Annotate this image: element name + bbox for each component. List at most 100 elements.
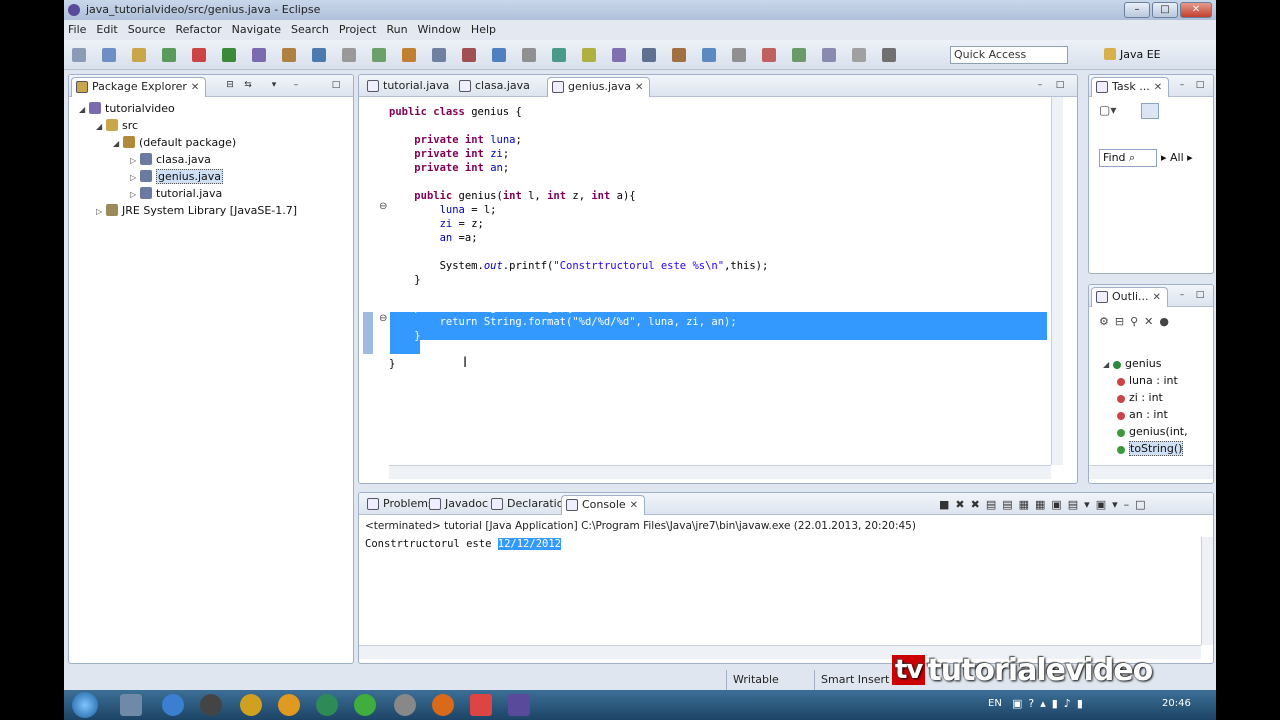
minimize-view-icon[interactable]: – [1035, 80, 1045, 90]
chevron-icon[interactable]: ▷ [130, 186, 140, 203]
taskbar-app-chrome-icon[interactable] [470, 694, 492, 716]
language-indicator[interactable]: EN [988, 698, 1002, 709]
editor-horizontal-scrollbar[interactable] [389, 465, 1051, 479]
task-find-field[interactable]: Find ⌕ [1099, 149, 1157, 167]
close-icon[interactable]: ✕ [1154, 82, 1162, 93]
editor-tab[interactable]: genius.java ✕ [547, 77, 651, 97]
toolbar-icon-28[interactable] [882, 48, 896, 62]
bottom-tab-javadoc[interactable]: Javadoc [425, 495, 494, 515]
chevron-icon[interactable]: ▷ [130, 169, 140, 186]
menu-edit[interactable]: Edit [96, 23, 117, 36]
menu-run[interactable]: Run [386, 23, 407, 36]
taskbar-app-winamp-icon[interactable] [240, 694, 262, 716]
chevron-icon[interactable]: ◢ [79, 101, 89, 118]
new-task-icon[interactable]: ▢▾ [1099, 103, 1116, 117]
editor-vertical-scrollbar[interactable] [1051, 97, 1063, 465]
toolbar-icon-25[interactable] [792, 48, 806, 62]
editor-tab[interactable]: tutorial.java [363, 77, 455, 97]
outline-item[interactable]: an : int [1103, 406, 1188, 423]
toolbar-icon-5[interactable] [192, 48, 206, 62]
tree-item[interactable]: ▷ clasa.java [79, 151, 297, 168]
console-vertical-scrollbar[interactable] [1201, 537, 1213, 645]
toolbar-icon-4[interactable] [162, 48, 176, 62]
menu-search[interactable]: Search [291, 23, 329, 36]
tree-item[interactable]: ◢ (default package) [79, 134, 297, 151]
chevron-icon[interactable]: ◢ [96, 118, 106, 135]
outline-item[interactable]: zi : int [1103, 389, 1188, 406]
toolbar-icon-27[interactable] [852, 48, 866, 62]
taskbar-app-firefox-icon[interactable] [432, 694, 454, 716]
link-editor-icon[interactable]: ⇆ [243, 80, 253, 90]
maximize-view-icon[interactable]: □ [1195, 290, 1205, 300]
tree-item[interactable]: ▷ tutorial.java [79, 185, 297, 202]
fold-constructor-icon[interactable]: ⊖ [379, 201, 387, 212]
toolbar-icon-21[interactable] [672, 48, 686, 62]
taskbar-app-explorer-icon[interactable] [120, 694, 142, 716]
outline-item[interactable]: luna : int [1103, 372, 1188, 389]
maximize-view-icon[interactable]: □ [1055, 80, 1065, 90]
start-button[interactable] [72, 692, 98, 718]
menu-refactor[interactable]: Refactor [176, 23, 222, 36]
toolbar-icon-20[interactable] [642, 48, 656, 62]
chevron-icon[interactable]: ◢ [1103, 356, 1113, 373]
tree-item[interactable]: ◢ tutorialvideo [79, 100, 297, 117]
taskbar-app-gray-icon[interactable] [394, 694, 416, 716]
maximize-view-icon[interactable]: □ [1195, 80, 1205, 90]
task-all-filter[interactable]: ▸ All ▸ [1161, 151, 1193, 164]
outline-item[interactable]: ◢ genius [1103, 355, 1188, 372]
toolbar-icon-22[interactable] [702, 48, 716, 62]
outline-toolbar-icons[interactable]: ⚙⊟⚲✕● [1099, 315, 1175, 328]
taskbar-app-media-icon[interactable] [200, 694, 222, 716]
toolbar-icon-16[interactable] [522, 48, 536, 62]
toolbar-icon-2[interactable] [102, 48, 116, 62]
maximize-view-icon[interactable]: □ [331, 80, 341, 90]
taskbar-app-smiley-icon[interactable] [278, 694, 300, 716]
view-menu-icon[interactable]: ▾ [269, 80, 279, 90]
toolbar-icon-24[interactable] [762, 48, 776, 62]
tab-package-explorer[interactable]: Package Explorer ✕ [71, 77, 207, 97]
toolbar-icon-7[interactable] [252, 48, 266, 62]
outline-item[interactable]: genius(int, [1103, 423, 1188, 440]
perspective-switcher[interactable]: Java EE [1104, 46, 1161, 64]
minimize-view-icon[interactable]: – [1177, 80, 1187, 90]
outline-horizontal-scrollbar[interactable] [1089, 465, 1213, 479]
quick-access-field[interactable]: Quick Access [950, 46, 1068, 64]
toolbar-icon-15[interactable] [492, 48, 506, 62]
tray-icons[interactable]: ▣?▴▮♪▮ [1012, 697, 1089, 710]
menu-help[interactable]: Help [471, 23, 496, 36]
close-icon[interactable]: ✕ [635, 82, 643, 93]
menu-file[interactable]: File [68, 23, 86, 36]
console-toolbar-icons[interactable]: ■✖✖▤▤▦▦▣▤▾▣▾–□ [939, 498, 1152, 511]
toolbar-icon-23[interactable] [732, 48, 746, 62]
toolbar-icon-9[interactable] [312, 48, 326, 62]
categorize-icon[interactable] [1141, 103, 1159, 119]
taskbar-app-ie-icon[interactable] [162, 694, 184, 716]
toolbar-icon-11[interactable] [372, 48, 386, 62]
minimize-view-icon[interactable]: – [291, 80, 301, 90]
toolbar-icon-13[interactable] [432, 48, 446, 62]
taskbar-app-eclipse-icon[interactable] [508, 694, 530, 716]
toolbar-icon-6[interactable] [222, 48, 236, 62]
chevron-icon[interactable]: ▷ [96, 203, 106, 220]
menu-window[interactable]: Window [418, 23, 461, 36]
toolbar-icon-8[interactable] [282, 48, 296, 62]
minimize-view-icon[interactable]: – [1177, 290, 1187, 300]
fold-tostring-icon[interactable]: ⊖ [379, 313, 387, 324]
close-icon[interactable]: ✕ [630, 500, 638, 511]
toolbar-icon-26[interactable] [822, 48, 836, 62]
chevron-icon[interactable]: ◢ [113, 135, 123, 152]
tree-item[interactable]: ▷ genius.java [79, 168, 297, 185]
menu-project[interactable]: Project [339, 23, 377, 36]
bottom-tab-console[interactable]: Console ✕ [561, 495, 646, 515]
taskbar-app-green-icon[interactable] [354, 694, 376, 716]
toolbar-icon-18[interactable] [582, 48, 596, 62]
code-area[interactable]: public class genius { private int luna; … [389, 105, 768, 371]
toolbar-icon-10[interactable] [342, 48, 356, 62]
toolbar-icon-3[interactable] [132, 48, 146, 62]
taskbar-app-wordpress-icon[interactable] [316, 694, 338, 716]
minimize-button[interactable]: – [1124, 2, 1150, 18]
tab-task-list[interactable]: Task ... ✕ [1091, 77, 1170, 97]
toolbar-icon-12[interactable] [402, 48, 416, 62]
chevron-icon[interactable]: ▷ [130, 152, 140, 169]
menu-navigate[interactable]: Navigate [232, 23, 281, 36]
